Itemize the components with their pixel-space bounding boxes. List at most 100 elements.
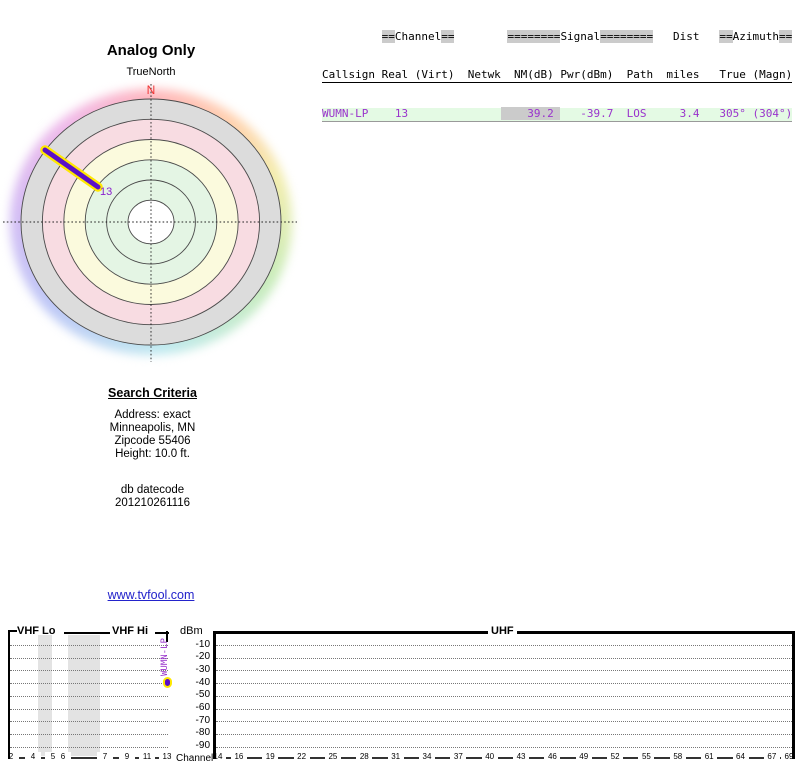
channel-tick-label: 61 [701,752,717,763]
table-header-groups: ==Channel== ========Signal======== Dist … [322,31,792,44]
tvfool-link-wrap: www.tvfool.com [0,588,302,602]
dbm-gridline [10,683,168,684]
dbm-gridline [216,734,792,735]
channel-tick-label: 4 [25,752,41,763]
table-segment: Azimuth [733,30,779,43]
uhf-top-border-right [517,631,795,634]
dbm-gridline [216,709,792,710]
dbm-gridline [216,747,792,748]
channel-tick-label: 43 [513,752,529,763]
dbm-gridline [10,709,168,710]
vhf-hi-label: VHF Hi [112,625,148,637]
dbm-gridline [10,721,168,722]
dbm-tick-label: -50 [171,689,210,700]
channel-tick-label: 40 [482,752,498,763]
channel-tick-label: 28 [356,752,372,763]
radar-plot: N 13 [0,70,300,370]
dbm-gridline [216,683,792,684]
table-segment [454,30,507,43]
channel-tick-label: 7 [97,752,113,763]
table-segment: == [779,30,792,43]
dbm-tick-label: -60 [171,702,210,713]
channel-tick-label: 58 [670,752,686,763]
dbm-tick-label: -10 [171,639,210,650]
channel-tick-label: 34 [419,752,435,763]
channel-tick-label: 9 [119,752,135,763]
table-segment: Signal [560,30,600,43]
search-zipcode: Zipcode 55406 [0,435,305,448]
table-segment: Dist [673,30,700,43]
dbm-gridline [216,645,792,646]
tvfool-report-page: { "title": "Analog Only", "radar": { "no… [0,0,800,768]
dbm-gridline [216,658,792,659]
dbm-gridline [10,747,168,748]
tvfool-link[interactable]: www.tvfool.com [108,588,195,602]
channel-tick-label: 6 [55,752,71,763]
dbm-tick-label: -80 [171,727,210,738]
search-height: Height: 10.0 ft. [0,448,305,461]
channel-tick-label: 67 [764,752,780,763]
table-segment: -39.7 LOS 3.4 305° (304°) [560,107,792,120]
dbm-gridline [216,670,792,671]
channel-tick-label: 46 [544,752,560,763]
uhf-top-border-left [213,631,488,634]
channel-tick-label: 31 [388,752,404,763]
table-segment [408,107,501,120]
table-segment [653,30,673,43]
channel-tick-label: 25 [325,752,341,763]
station-row-wumn-lp[interactable]: WUMN-LP 13 39.2 -39.7 LOS 3.4 305° (304°… [322,108,792,122]
station-bar-callsign: WUMN-LP [160,629,172,676]
channel-tick-label: 52 [607,752,623,763]
station-ray-label: 13 [100,186,112,198]
channel-tick-label: 22 [294,752,310,763]
dbm-gridline [10,696,168,697]
channel-tick-label: 11 [139,752,155,763]
uhf-right-border [792,631,795,759]
dbm-gridline [216,721,792,722]
search-criteria: Search Criteria Address: exact Minneapol… [0,387,305,510]
vhf-left-border [8,630,10,759]
dbm-tick-label: -20 [171,651,210,662]
channel-tick-label: 19 [262,752,278,763]
db-datecode-value: 201210261116 [0,497,305,510]
channel-tick-label: 64 [733,752,749,763]
station-signal-bar [163,677,172,688]
channel-tick-label: 49 [576,752,592,763]
dbm-gridline [216,696,792,697]
channel-tick-label: 2 [3,752,19,763]
search-criteria-title: Search Criteria [0,387,305,400]
dbm-axis-label: dBm [180,625,203,637]
dbm-gridline [10,645,168,646]
table-segment: WUMN-LP 13 [322,107,408,120]
dbm-tick-label: -30 [171,664,210,675]
dbm-gridline [10,658,168,659]
table-segment: == [441,30,454,43]
vhf-connector-line [64,632,110,634]
channel-tick-label: 37 [450,752,466,763]
table-segment: == [719,30,732,43]
radar-title: Analog Only [0,42,302,59]
dbm-gridline [10,670,168,671]
search-city: Minneapolis, MN [0,422,305,435]
signal-table: ==Channel== ========Signal======== Dist … [322,6,792,134]
north-marker: N [147,83,156,97]
dbm-tick-label: -90 [171,740,210,751]
table-segment [700,30,720,43]
search-address: Address: exact [0,409,305,422]
channel-tick-label: 55 [638,752,654,763]
db-datecode-label: db datecode [0,484,305,497]
channel-axis-label: Channel [176,753,213,764]
table-segment: ======== [507,30,560,43]
dbm-gridline [10,734,168,735]
channel-tick-label: 16 [231,752,247,763]
table-segment: 39.2 [501,107,561,120]
vhf-lo-label: VHF Lo [17,625,56,637]
uhf-label: UHF [491,625,514,637]
dbm-tick-label: -40 [171,677,210,688]
vhf-top-left-stub [8,630,17,632]
table-segment [322,30,382,43]
uhf-left-border [213,631,216,759]
table-segment: ======== [600,30,653,43]
table-segment: == [382,30,395,43]
dbm-tick-label: -70 [171,715,210,726]
